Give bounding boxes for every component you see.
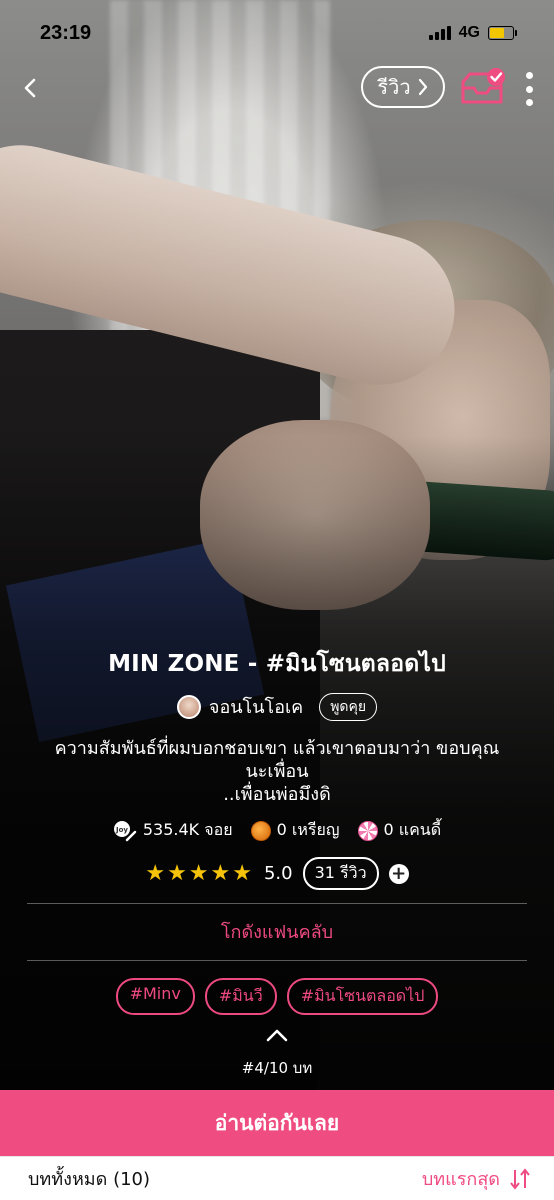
library-check-icon — [461, 68, 505, 104]
sort-episodes-button[interactable]: บทแรกสุด — [422, 1164, 532, 1193]
battery-icon — [488, 26, 517, 40]
rating-row: ★★★★★ 5.0 31 รีวิว + — [0, 857, 554, 890]
add-to-library-button[interactable] — [460, 68, 506, 106]
dot-icon — [525, 72, 533, 79]
story-title: MIN ZONE - #มินโซนตลอดไป — [108, 651, 446, 677]
add-review-icon[interactable]: + — [388, 863, 409, 884]
tag-chip[interactable]: #มินโซนตลอดไป — [286, 978, 439, 1015]
episode-indicator: #4/10 บท — [241, 1059, 313, 1077]
coin-icon — [250, 820, 271, 841]
synopsis-line: ความสัมพันธ์ที่ผมบอกชอบเขา แล้วเขาตอบมาว… — [54, 738, 500, 759]
author-row: จอนโนโอเค พูดคุย — [0, 692, 554, 721]
sort-label: บทแรกสุด — [421, 1169, 500, 1190]
episodes-bar: บททั้งหมด (10) บทแรกสุด — [0, 1156, 554, 1200]
more-options-button[interactable] — [523, 72, 535, 106]
back-button[interactable] — [16, 72, 46, 104]
candies-count: 0 แคนดี้ — [383, 820, 442, 839]
svg-text:Joy: Joy — [115, 826, 128, 834]
rating-score: 5.0 — [263, 863, 293, 884]
review-count-button[interactable]: 31 รีวิว — [302, 857, 379, 890]
stats-row: Joy 535.4K จอย 0 เหรียญ 0 แคนดี้ — [0, 818, 554, 843]
expand-up-button[interactable] — [262, 1025, 292, 1045]
views-count: 535.4K จอย — [142, 820, 233, 839]
tag-chip[interactable]: #มินวี — [204, 978, 277, 1015]
chevron-left-icon — [24, 78, 36, 98]
joy-icon: Joy — [113, 820, 137, 841]
review-button[interactable]: รีวิว — [361, 66, 445, 108]
chat-button[interactable]: พูดคุย — [319, 692, 378, 721]
status-time: 23:19 — [40, 21, 92, 44]
coins-stat: 0 เหรียญ — [250, 818, 340, 843]
divider — [27, 960, 527, 961]
signal-icon — [428, 26, 451, 40]
status-bar: 23:19 4G — [0, 0, 554, 66]
chevron-right-icon — [418, 78, 427, 96]
synopsis-line: ..เพื่อนพ่อมึงดิ — [223, 784, 331, 805]
views-stat: Joy 535.4K จอย — [113, 818, 233, 843]
fanclub-link[interactable]: โกดังแฟนคลับ — [0, 917, 554, 946]
tag-list: #Minv #มินวี #มินโซนตลอดไป — [0, 978, 554, 1015]
synopsis-line: นะเพื่อน — [245, 761, 309, 782]
divider — [27, 903, 527, 904]
star-rating-icon: ★★★★★ — [145, 861, 254, 886]
continue-reading-button[interactable]: อ่านต่อกันเลย — [0, 1090, 554, 1156]
dot-icon — [525, 85, 533, 93]
all-episodes-label: บททั้งหมด (10) — [28, 1169, 151, 1190]
author-avatar[interactable] — [176, 694, 201, 719]
author-name[interactable]: จอนโนโอเค — [209, 692, 303, 721]
candy-icon — [357, 820, 378, 841]
coins-count: 0 เหรียญ — [276, 820, 340, 839]
candies-stat: 0 แคนดี้ — [357, 818, 442, 843]
dot-icon — [525, 99, 533, 106]
continue-reading-label: อ่านต่อกันเลย — [214, 1110, 340, 1135]
tag-chip[interactable]: #Minv — [115, 978, 195, 1015]
network-label: 4G — [458, 24, 480, 41]
chevron-up-icon — [266, 1029, 288, 1042]
sort-icon — [510, 1167, 530, 1190]
review-button-label: รีวิว — [377, 75, 411, 99]
synopsis: ความสัมพันธ์ที่ผมบอกชอบเขา แล้วเขาตอบมาว… — [30, 737, 524, 806]
status-indicators: 4G — [428, 24, 517, 42]
top-nav: รีวิว — [0, 66, 554, 110]
